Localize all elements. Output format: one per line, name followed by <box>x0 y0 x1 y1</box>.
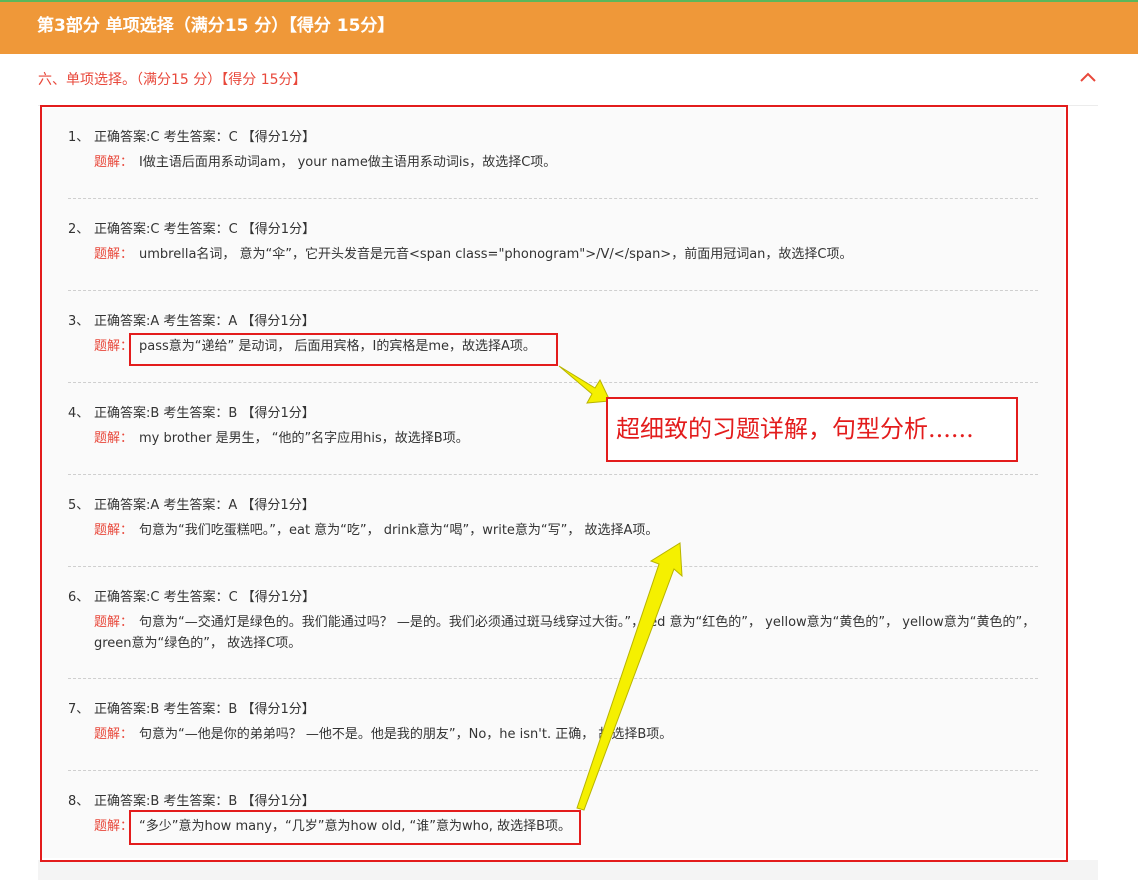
callout-text: 超细致的习题详解，句型分析...... <box>616 415 974 443</box>
callout-box: 超细致的习题详解，句型分析...... <box>606 397 1018 462</box>
arrow-from-item-8 <box>576 542 683 811</box>
arrow-to-item-3 <box>558 365 611 404</box>
